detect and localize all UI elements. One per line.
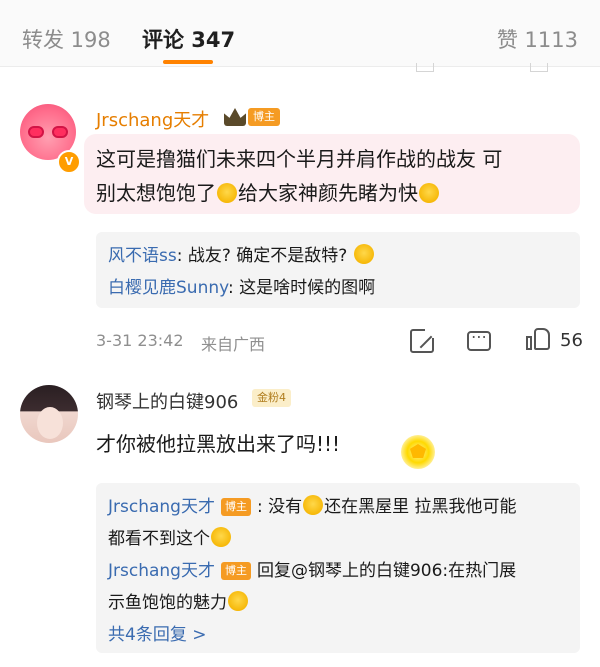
reply-text: 还在黑屋里 拉黑我他可能 [324, 497, 517, 517]
active-tab-indicator [163, 60, 213, 64]
reply-text: : 这是啥时候的图啊 [227, 278, 376, 298]
reply-preview-box[interactable]: 风不语ss: 战友? 确定不是敌特? 白樱见鹿Sunny: 这是啥时候的图啊 [96, 232, 580, 308]
pentagon-sticker-icon [401, 435, 435, 469]
tab-comments[interactable]: 评论 347 [142, 24, 235, 54]
smile-emoji-icon [353, 244, 374, 264]
reply-text-continued: 都看不到这个 [108, 523, 568, 555]
blogger-badge: 博主 [248, 108, 280, 126]
comment-text: 才你被他拉黑放出来了吗!!! [96, 432, 341, 456]
crying-laugh-emoji-icon [419, 183, 439, 203]
reply-username[interactable]: Jrschang天才 [108, 497, 215, 517]
comment-text-line: 别太想饱饱了 给大家神颜先睹为快 [96, 176, 568, 210]
comment-time: 3-31 23:42 [96, 331, 184, 350]
reply-username[interactable]: Jrschang天才 [108, 561, 215, 581]
tab-likes[interactable]: 赞 1113 [497, 24, 578, 54]
comment-icon [530, 63, 548, 72]
reply-text: 示鱼饱饱的魅力 [108, 593, 227, 613]
tab-repost[interactable]: 转发 198 [22, 24, 111, 54]
comment-bubble[interactable]: 这可是撸猫们未来四个半月并肩作战的战友 可 别太想饱饱了 给大家神颜先睹为快 [84, 134, 580, 214]
comment-icon[interactable] [467, 327, 491, 351]
comment-location: 来自广西 [201, 335, 266, 354]
reply-text: 都看不到这个 [108, 529, 210, 549]
verified-icon: V [57, 150, 81, 174]
reply-username[interactable]: 风不语ss [108, 246, 177, 266]
reply-item[interactable]: 风不语ss: 战友? 确定不是敌特? [108, 240, 568, 272]
crying-laugh-emoji-icon [228, 591, 248, 611]
comment-text-segment: 给大家神颜先睹为快 [238, 181, 418, 205]
reply-item[interactable]: Jrschang天才 博主 : 没有 还在黑屋里 拉黑我他可能 [108, 491, 568, 523]
scrolled-toolbar-remnant [0, 63, 600, 74]
crying-emoji-icon [211, 527, 231, 547]
reply-text: 回复@钢琴上的白键906:在热门展 [256, 561, 517, 581]
reply-preview-box[interactable]: Jrschang天才 博主: 没有 还在黑屋里 拉黑我他可能 都看不到这个 Jrsc… [96, 483, 580, 653]
fan-level-badge: 金粉4 [252, 389, 291, 407]
comment-username[interactable]: Jrschang天才 [96, 106, 209, 132]
blogger-badge: 博主 [220, 498, 251, 516]
avatar[interactable] [20, 385, 78, 443]
blogger-badge: 博主 [220, 562, 251, 580]
share-icon[interactable] [410, 328, 435, 353]
reply-text: : 没有 [256, 497, 303, 517]
reply-text: : 战友? 确定不是敌特? [176, 246, 353, 266]
comment-text-segment: 别太想饱饱了 [96, 181, 216, 205]
crying-laugh-emoji-icon [217, 183, 237, 203]
like-icon[interactable] [526, 326, 552, 352]
tab-bar: 转发 198 评论 347 赞 1113 [0, 0, 600, 67]
like-count[interactable]: 56 [560, 330, 583, 351]
more-replies-link[interactable]: 共4条回复 > [108, 619, 568, 651]
comment-text-line: 这可是撸猫们未来四个半月并肩作战的战友 可 [96, 147, 503, 171]
reply-item[interactable]: Jrschang天才 博主 回复@钢琴上的白键906:在热门展 [108, 555, 568, 587]
sweat-emoji-icon [303, 495, 324, 515]
avatar-face [37, 407, 63, 439]
reply-item[interactable]: 白樱见鹿Sunny: 这是啥时候的图啊 [108, 272, 568, 304]
reply-text-continued: 示鱼饱饱的魅力 [108, 587, 568, 619]
sunglasses-icon [28, 126, 68, 138]
crown-icon [224, 108, 246, 126]
share-icon [416, 63, 434, 72]
reply-username[interactable]: 白樱见鹿Sunny [108, 278, 228, 298]
comment-username[interactable]: 钢琴上的白键906 [96, 388, 238, 414]
